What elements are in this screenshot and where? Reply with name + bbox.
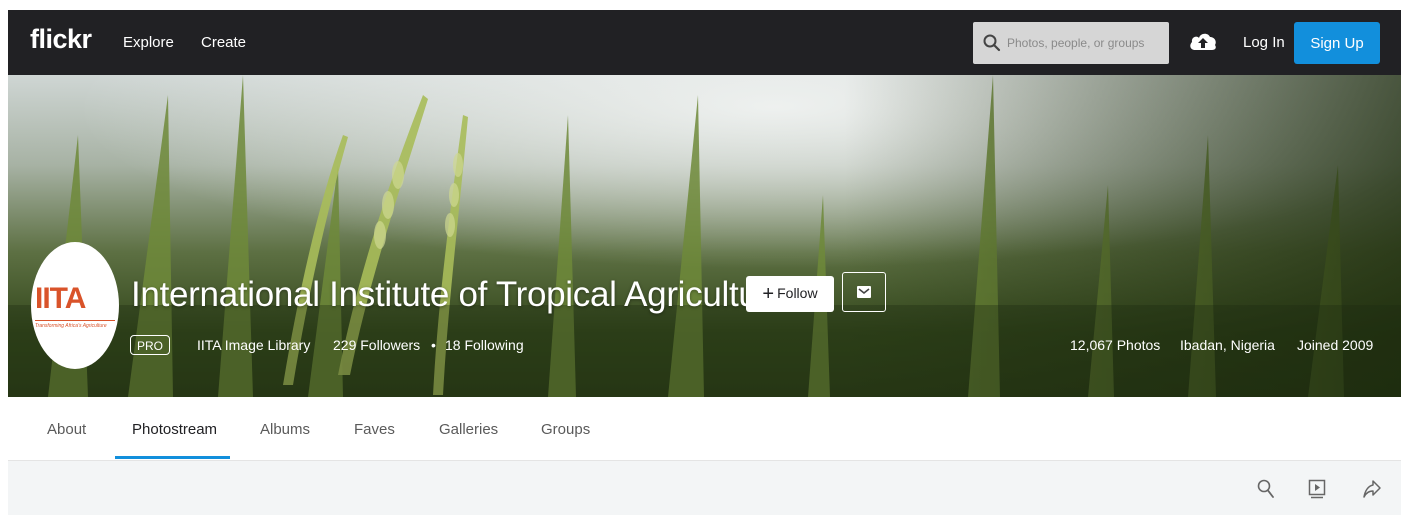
more-options-button[interactable] (842, 272, 886, 312)
cover-photo: IITA Transforming Africa's Agriculture I… (8, 75, 1401, 397)
profile-avatar[interactable]: IITA Transforming Africa's Agriculture (31, 242, 119, 369)
profile-name: International Institute of Tropical Agri… (131, 275, 789, 314)
top-navigation-bar: flickr Explore Create Log In Sign Up (8, 10, 1401, 75)
profile-tabs: About Photostream Albums Faves Galleries… (8, 397, 1401, 461)
avatar-logo-text: IITA (35, 282, 86, 315)
tab-galleries[interactable]: Galleries (439, 421, 498, 438)
active-tab-indicator (115, 456, 230, 459)
nav-create-link[interactable]: Create (201, 34, 246, 51)
slideshow-icon[interactable] (1308, 479, 1326, 499)
search-icon (983, 34, 1001, 52)
photo-count: 12,067 Photos (1070, 337, 1161, 353)
tab-about[interactable]: About (47, 421, 86, 438)
avatar-tagline: Transforming Africa's Agriculture (35, 323, 107, 329)
tab-faves[interactable]: Faves (354, 421, 395, 438)
mail-icon (857, 286, 871, 298)
photostream-toolbar (8, 461, 1401, 515)
tab-groups[interactable]: Groups (541, 421, 590, 438)
library-name: IITA Image Library (197, 337, 311, 353)
share-icon[interactable] (1362, 479, 1382, 499)
tab-photostream[interactable]: Photostream (132, 421, 217, 438)
follow-label: Follow (777, 284, 818, 301)
pro-badge: PRO (130, 335, 170, 355)
signup-button[interactable]: Sign Up (1294, 22, 1380, 64)
flickr-logo[interactable]: flickr (30, 24, 92, 55)
nav-explore-link[interactable]: Explore (123, 34, 174, 51)
search-icon[interactable] (1257, 479, 1275, 499)
profile-location: Ibadan, Nigeria (1180, 337, 1275, 353)
follow-button[interactable]: + Follow (746, 276, 834, 312)
following-link[interactable]: 18 Following (445, 337, 524, 353)
plus-icon: + (762, 282, 775, 305)
search-box[interactable] (973, 22, 1169, 64)
avatar-divider (35, 320, 115, 321)
cloud-upload-icon[interactable] (1188, 29, 1218, 53)
login-link[interactable]: Log In (1243, 34, 1285, 51)
followers-link[interactable]: 229 Followers (333, 337, 420, 353)
meta-separator: • (431, 337, 436, 353)
tab-albums[interactable]: Albums (260, 421, 310, 438)
joined-date: Joined 2009 (1297, 337, 1374, 353)
search-input[interactable] (1007, 22, 1165, 64)
